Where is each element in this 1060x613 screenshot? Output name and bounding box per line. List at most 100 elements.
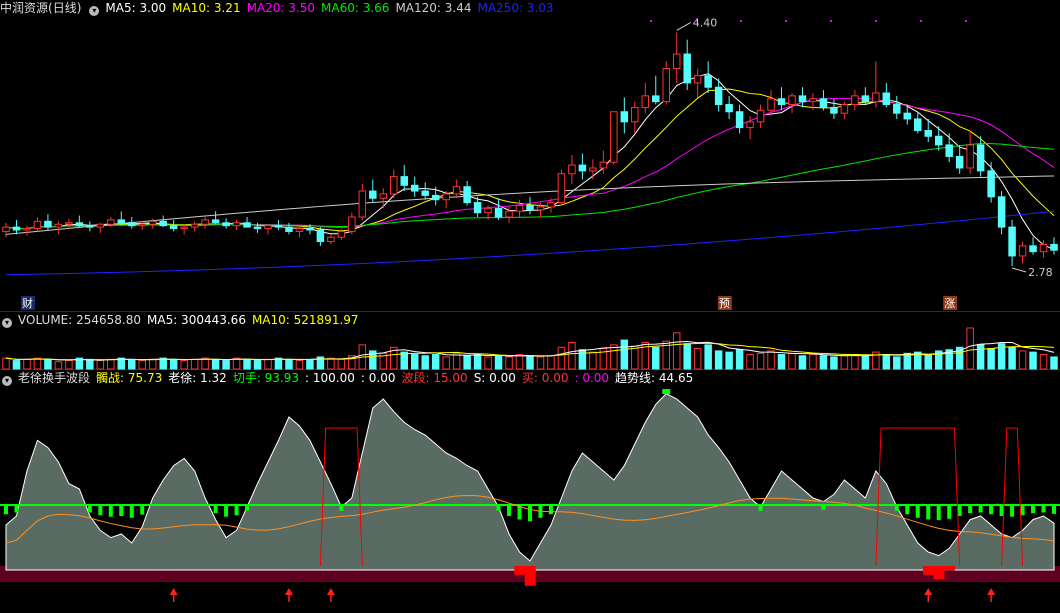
- volume-bar: [96, 360, 105, 370]
- volume-bar: [631, 345, 639, 370]
- volume-bar: [473, 354, 482, 370]
- signal-bar: [87, 505, 92, 513]
- candle-body: [945, 144, 953, 157]
- candle-body: [976, 144, 985, 172]
- candle-body: [1018, 245, 1027, 257]
- volume-bar: [222, 360, 230, 370]
- candle-body: [756, 109, 765, 123]
- signal-bar: [14, 505, 19, 513]
- volume-bar: [976, 344, 985, 370]
- volume-bar: [421, 355, 429, 370]
- candle-body: [515, 204, 524, 212]
- volume-bar: [86, 358, 94, 370]
- volume-bar: [54, 361, 63, 370]
- candle-body: [274, 225, 283, 228]
- candle-body: [914, 118, 922, 131]
- event-marker-2: 涨: [944, 297, 955, 310]
- signal-bar: [968, 505, 973, 514]
- volume-bar: [306, 358, 314, 370]
- candle-body: [243, 222, 251, 228]
- low-pointer: [1011, 267, 1027, 273]
- candle-body: [505, 210, 513, 218]
- volume-bar: [987, 348, 995, 370]
- top-marker-dot: [965, 20, 967, 22]
- candle-body: [117, 219, 126, 224]
- dip-fill: [933, 566, 945, 580]
- candle-body: [348, 216, 356, 232]
- volume-bar: [966, 327, 974, 370]
- dip-fill: [524, 566, 536, 586]
- volume-bar: [494, 355, 503, 370]
- candle-body: [1029, 245, 1037, 253]
- candle-body: [442, 193, 450, 201]
- candle-body: [369, 190, 377, 199]
- candle-body: [662, 67, 670, 103]
- candle-body: [400, 176, 408, 186]
- candle-body: [683, 53, 691, 84]
- volume-bar: [285, 358, 293, 370]
- candle-body: [872, 92, 880, 103]
- signal-bar: [957, 505, 962, 516]
- candle-body: [1039, 243, 1048, 253]
- volume-bar: [756, 352, 765, 370]
- candle-body: [851, 95, 859, 106]
- volume-bar: [295, 360, 304, 370]
- candle-body: [44, 220, 52, 228]
- candle-body: [819, 98, 828, 108]
- volume-bar: [767, 350, 775, 370]
- candle-body: [222, 222, 230, 227]
- candle-body: [693, 75, 702, 84]
- candle-body: [610, 111, 618, 163]
- signal-bar: [915, 505, 920, 518]
- volume-bar: [861, 355, 870, 370]
- signal-bar: [989, 505, 994, 515]
- candle-body: [1008, 226, 1016, 257]
- candle-body: [159, 220, 167, 227]
- candle-body: [672, 53, 681, 69]
- signal-bar: [947, 505, 952, 519]
- signal-bar: [1052, 505, 1056, 514]
- candle-body: [767, 98, 775, 111]
- volume-bar: [788, 352, 796, 370]
- event-marker-1: 预: [719, 297, 730, 310]
- volume-bar: [798, 355, 807, 370]
- candle-body: [934, 135, 943, 146]
- top-marker-dot: [650, 20, 652, 22]
- oscillator-chart[interactable]: [0, 370, 1060, 613]
- candle-body: [358, 190, 367, 218]
- signal-bar: [758, 505, 763, 511]
- candle-body: [620, 111, 629, 123]
- top-marker-dot: [830, 20, 832, 22]
- candle-body: [75, 222, 84, 227]
- volume-bar: [65, 360, 73, 370]
- candle-body: [589, 167, 597, 172]
- volume-bar: [33, 357, 42, 370]
- volume-bar: [568, 341, 576, 370]
- volume-bar: [924, 354, 932, 370]
- candle-body: [201, 219, 209, 225]
- volume-bar: [557, 346, 566, 370]
- candle-body: [788, 95, 796, 106]
- candle-body: [777, 98, 786, 106]
- candle-body: [410, 184, 419, 192]
- volume-bar: [128, 358, 136, 370]
- volume-bar: [337, 358, 346, 370]
- volume-bar: [211, 358, 220, 370]
- top-marker-dot: [785, 20, 787, 22]
- volume-bar: [589, 351, 597, 370]
- buy-arrow-icon: [326, 588, 335, 595]
- volume-chart[interactable]: [0, 312, 1060, 370]
- candle-body: [379, 193, 388, 199]
- volume-bar: [1039, 354, 1048, 370]
- candle-body: [148, 220, 157, 225]
- volume-bar: [851, 354, 859, 370]
- volume-bar: [515, 354, 524, 370]
- candle-body: [735, 111, 744, 129]
- candle-body: [316, 229, 325, 243]
- volume-bar: [819, 355, 828, 370]
- peak-marker: [662, 389, 671, 394]
- candle-body: [840, 104, 849, 114]
- candle-body: [264, 225, 272, 230]
- candlestick-chart[interactable]: 4.40 2.78 财 预 涨: [0, 0, 1060, 312]
- volume-bar: [169, 358, 178, 370]
